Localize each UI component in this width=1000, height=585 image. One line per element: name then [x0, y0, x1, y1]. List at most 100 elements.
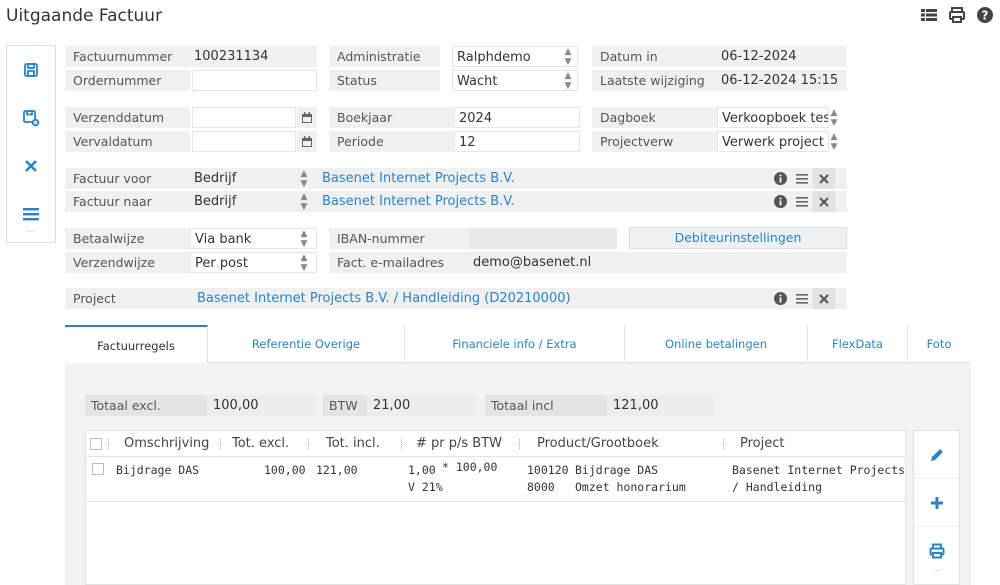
column-separator: [519, 439, 520, 449]
datum-in-value: 06-12-2024: [717, 46, 847, 67]
menu-button[interactable]: ...: [7, 190, 55, 238]
tab-foto[interactable]: Foto: [908, 325, 970, 363]
header-toolbar: ?: [920, 6, 994, 24]
row-tot-excl: 100,00: [264, 463, 306, 477]
column-separator: [723, 439, 724, 449]
periode-field[interactable]: 12: [454, 131, 580, 152]
select-arrow-icon: ▲ ▼: [564, 71, 572, 91]
totaal-excl-label: Totaal excl.: [85, 395, 207, 416]
project-link[interactable]: Basenet Internet Projects B.V. / Handlei…: [193, 288, 753, 309]
select-arrow-icon: ▲ ▼: [300, 229, 308, 249]
add-button[interactable]: [914, 479, 959, 527]
edit-button[interactable]: [914, 431, 959, 479]
clear-icon[interactable]: [813, 191, 835, 212]
col-omschrijving[interactable]: Omschrijving: [124, 431, 209, 457]
calendar-icon[interactable]: [297, 107, 317, 128]
print-button[interactable]: ...: [914, 527, 959, 575]
row-aantal: 1,00: [408, 463, 436, 477]
column-separator: [108, 439, 109, 449]
boekjaar-field[interactable]: 2024: [454, 107, 580, 128]
row-omschrijving: Bijdrage DAS: [116, 463, 200, 477]
print-icon[interactable]: [948, 6, 966, 24]
col-product-grootboek[interactable]: Product/Grootboek: [537, 431, 659, 457]
tab-referentie-overige[interactable]: Referentie Overige: [208, 325, 405, 363]
edit-icon: [930, 448, 943, 461]
select-arrow-icon: ▲ ▼: [830, 108, 838, 128]
column-separator: [308, 439, 309, 449]
factuur-naar-type-select[interactable]: Bedrijf: [190, 191, 300, 212]
email-label: Fact. e-mailadres: [329, 252, 469, 273]
dagboek-select[interactable]: Verkoopboek tes: [717, 107, 829, 128]
row-grootboek-name: Omzet honorarium: [575, 480, 686, 494]
iban-value: [469, 228, 617, 249]
info-icon[interactable]: [769, 168, 791, 189]
info-icon[interactable]: [769, 288, 791, 309]
factuur-naar-actions: [769, 191, 835, 212]
help-icon[interactable]: ?: [976, 6, 994, 24]
save-close-icon: [23, 110, 40, 127]
laatste-wijziging-label: Laatste wijziging: [592, 70, 717, 91]
tab-financiele-info[interactable]: Financiele info / Extra: [405, 325, 625, 363]
factuur-voor-label: Factuur voor: [65, 168, 190, 189]
totaal-incl-label: Totaal incl: [485, 395, 607, 416]
administratie-label: Administratie: [329, 46, 440, 67]
select-arrow-icon: ▲ ▼: [300, 192, 308, 212]
tab-flexdata[interactable]: FlexData: [808, 325, 908, 363]
factuur-voor-type-select[interactable]: Bedrijf: [190, 168, 300, 189]
administratie-select[interactable]: Ralphdemo: [452, 46, 578, 67]
select-arrow-icon: ▲ ▼: [300, 253, 308, 273]
list-icon[interactable]: [791, 168, 813, 189]
close-button[interactable]: [7, 142, 55, 190]
clear-icon[interactable]: [813, 168, 835, 189]
ordernummer-field[interactable]: [192, 70, 317, 91]
row-checkbox[interactable]: [92, 463, 104, 475]
boekjaar-label: Boekjaar: [329, 107, 454, 128]
row-actions: ...: [913, 430, 960, 585]
verzenddatum-field[interactable]: [192, 107, 296, 128]
select-all-checkbox[interactable]: [90, 438, 102, 450]
calendar-icon[interactable]: [297, 131, 317, 152]
status-select[interactable]: Wacht: [452, 70, 578, 91]
betaalwijze-label: Betaalwijze: [65, 228, 190, 249]
select-arrow-icon: ▲ ▼: [564, 47, 572, 67]
col-tot-incl[interactable]: Tot. incl.: [326, 431, 380, 457]
row-product-name: Bijdrage DAS: [575, 463, 659, 477]
save-button[interactable]: [7, 46, 55, 94]
laatste-wijziging-value: 06-12-2024 15:15: [717, 70, 847, 91]
projectverw-label: Projectverw: [592, 131, 717, 152]
clear-icon[interactable]: [813, 288, 835, 309]
tab-factuurregels[interactable]: Factuurregels: [65, 325, 208, 363]
factuurnummer-label: Factuurnummer: [65, 46, 190, 67]
btw-value: 21,00: [367, 395, 475, 416]
list-icon[interactable]: [791, 191, 813, 212]
tab-online-betalingen[interactable]: Online betalingen: [625, 325, 808, 363]
info-icon[interactable]: [769, 191, 791, 212]
project-label: Project: [65, 288, 190, 309]
email-value: demo@basenet.nl: [469, 252, 847, 273]
project-actions: [769, 288, 835, 309]
col-tot-excl[interactable]: Tot. excl.: [232, 431, 289, 457]
list-icon[interactable]: [920, 6, 938, 24]
save-close-button[interactable]: [7, 94, 55, 142]
table-row[interactable]: Bijdrage DAS 100,00 121,00 1,00 * 100,00…: [86, 458, 940, 502]
col-aantal-prijs-btw[interactable]: # pr p/s BTW: [416, 431, 502, 457]
factuur-voor-actions: [769, 168, 835, 189]
totaal-incl-value: 121,00: [607, 395, 714, 416]
verzendwijze-label: Verzendwijze: [65, 252, 190, 273]
svg-text:?: ?: [982, 9, 989, 23]
projectverw-select[interactable]: Verwerk project: [717, 131, 829, 152]
print-icon: [929, 543, 944, 559]
factuur-naar-link[interactable]: Basenet Internet Projects B.V.: [318, 191, 758, 212]
table-header: Omschrijving Tot. excl. Tot. incl. # pr …: [86, 431, 905, 457]
datum-in-label: Datum in: [592, 46, 717, 67]
verzenddatum-label: Verzenddatum: [65, 107, 190, 128]
row-product-code: 100120: [527, 463, 569, 477]
row-project-line1: Basenet Internet Projects B.V.: [732, 463, 940, 477]
row-btw: V 21%: [408, 480, 443, 494]
vervaldatum-field[interactable]: [192, 131, 296, 152]
col-project[interactable]: Project: [740, 431, 784, 457]
factuur-voor-link[interactable]: Basenet Internet Projects B.V.: [318, 168, 758, 189]
debiteurinstellingen-button[interactable]: Debiteurinstellingen: [629, 227, 847, 249]
menu-icon: [23, 208, 39, 221]
list-icon[interactable]: [791, 288, 813, 309]
